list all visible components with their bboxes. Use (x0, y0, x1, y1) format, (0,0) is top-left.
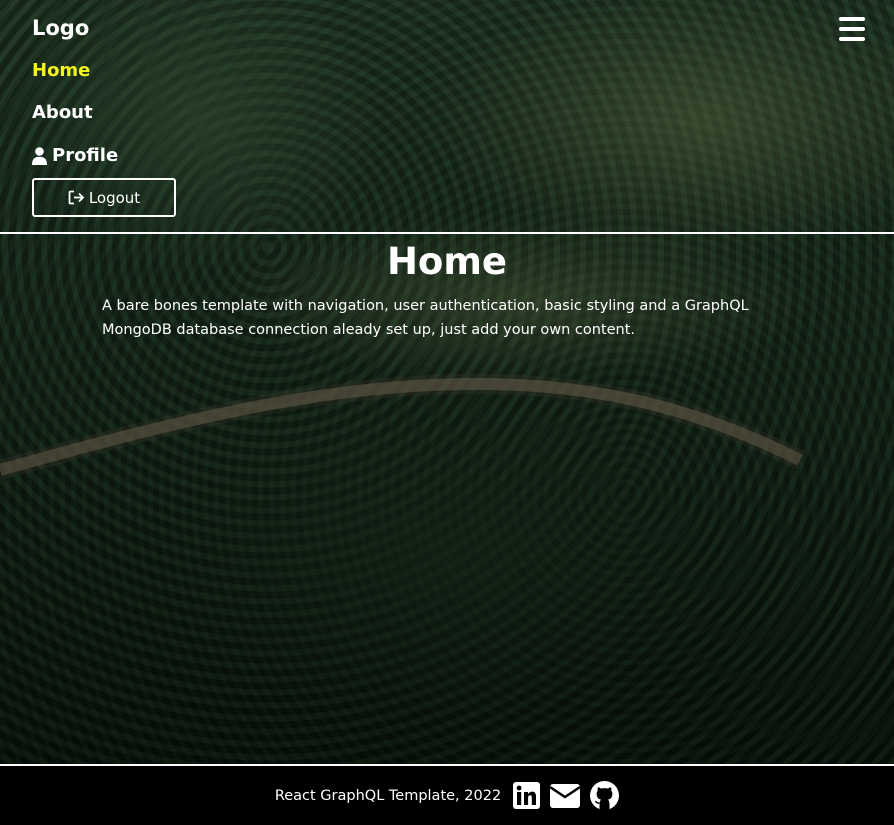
envelope-icon[interactable] (550, 783, 581, 808)
page-title: Home (386, 240, 508, 283)
nav-link-profile[interactable]: Profile (32, 145, 118, 166)
nav-link-label: Profile (52, 145, 119, 166)
page-description: A bare bones template with navigation, u… (102, 298, 749, 338)
page: Logo Home About Profile Logout Home A ba… (0, 0, 894, 825)
user-icon (32, 146, 47, 165)
logo[interactable]: Logo (32, 16, 89, 40)
sign-out-icon (68, 190, 85, 205)
linkedin-icon[interactable] (513, 782, 541, 809)
nav-link-about[interactable]: About (32, 102, 93, 123)
footer: React GraphQL Template, 2022 (0, 764, 894, 825)
nav-link-label: Home (32, 60, 91, 81)
nav-link-label: About (32, 102, 93, 123)
navbar: Logo Home About Profile Logout (0, 0, 894, 234)
nav-link-home[interactable]: Home (32, 60, 90, 81)
logout-label: Logout (88, 188, 141, 207)
github-icon[interactable] (590, 781, 620, 810)
footer-text: React GraphQL Template, 2022 (274, 787, 502, 804)
logout-button[interactable]: Logout (32, 178, 176, 217)
hamburger-menu-icon[interactable] (839, 17, 865, 41)
